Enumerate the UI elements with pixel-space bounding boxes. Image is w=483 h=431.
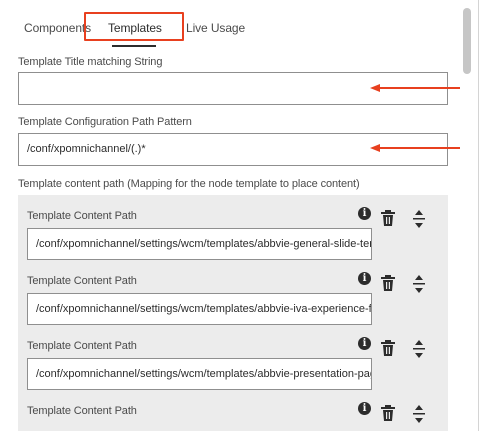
template-content-path-input[interactable]: /conf/xpomnichannel/settings/wcm/templat… [27,228,372,260]
trash-icon[interactable] [381,405,395,421]
config-path-label: Template Configuration Path Pattern [18,116,192,128]
template-content-path-multifield: Template Content Path i /conf/xpomnichan… [18,195,448,431]
move-icon[interactable] [413,405,425,423]
template-content-path-label: Template Content Path [27,275,137,287]
title-matching-label: Template Title matching String [18,56,163,68]
template-content-path-label: Template Content Path [27,340,137,352]
move-icon[interactable] [413,275,425,293]
info-icon[interactable]: i [358,272,371,285]
move-icon[interactable] [413,340,425,358]
content-path-section-label: Template content path (Mapping for the n… [18,178,360,190]
template-content-path-input[interactable]: /conf/xpomnichannel/settings/wcm/templat… [27,293,372,325]
tab-bar: Components Templates Live Usage [0,0,460,50]
multifield-item: Template Content Path i /conf/xpomnichan… [18,195,448,260]
template-content-path-label: Template Content Path [27,405,137,417]
multifield-item: Template Content Path i /conf/xpomnichan… [18,325,448,390]
active-tab-indicator [112,45,156,47]
multifield-item: Template Content Path i /conf/xpomnichan… [18,260,448,325]
trash-icon[interactable] [381,275,395,291]
tab-live-usage[interactable]: Live Usage [186,21,245,35]
trash-icon[interactable] [381,210,395,226]
info-icon[interactable]: i [358,337,371,350]
tab-components[interactable]: Components [24,21,91,35]
panel-edge [478,0,483,431]
annotation-arrow-icon [370,84,466,92]
move-icon[interactable] [413,210,425,228]
multifield-item: Template Content Path i [18,390,448,431]
trash-icon[interactable] [381,340,395,356]
scrollbar-thumb[interactable] [463,8,471,74]
template-content-path-input[interactable]: /conf/xpomnichannel/settings/wcm/templat… [27,358,372,390]
annotation-highlight-box [84,12,184,41]
info-icon[interactable]: i [358,402,371,415]
template-content-path-label: Template Content Path [27,210,137,222]
info-icon[interactable]: i [358,207,371,220]
annotation-arrow-icon [370,144,466,152]
